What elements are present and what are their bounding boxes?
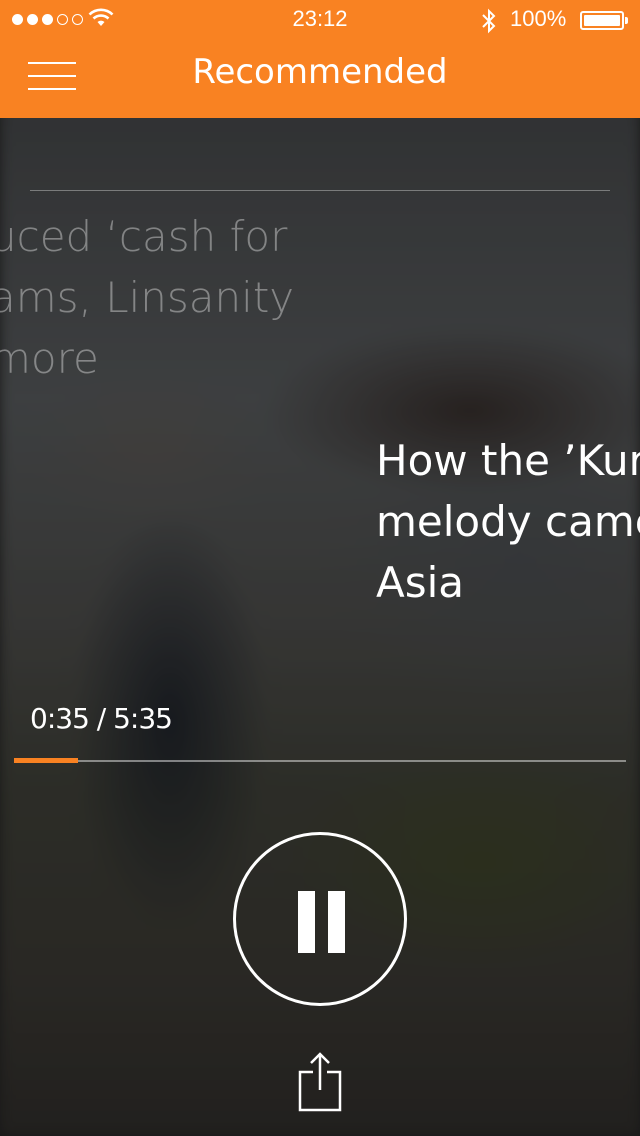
pause-icon [298, 891, 315, 953]
top-header: 23:12 100% Recommended [0, 0, 640, 118]
bluetooth-icon [480, 8, 498, 38]
current-story-line: How the ’Kur [376, 436, 640, 485]
previous-story-title[interactable]: uced ‘cash for ams, Linsanity more [0, 206, 320, 389]
playback-time: 0:35 / 5:35 [30, 702, 173, 735]
battery-percent: 100% [510, 6, 567, 31]
current-story-title[interactable]: How the ’Kur melody came Asia [376, 430, 640, 613]
previous-story-line: uced ‘cash for [0, 212, 288, 261]
battery-icon [580, 11, 628, 30]
divider [30, 190, 610, 191]
progress-bar[interactable] [14, 758, 626, 763]
pause-icon [328, 891, 345, 953]
share-icon[interactable] [296, 1050, 344, 1114]
previous-story-line: more [0, 334, 99, 383]
status-bar: 23:12 100% [0, 0, 640, 40]
previous-story-line: ams, Linsanity [0, 273, 295, 322]
progress-fill [14, 758, 78, 763]
page-title: Recommended [192, 52, 448, 92]
current-story-line: melody came [376, 497, 640, 546]
pause-button[interactable] [233, 832, 407, 1006]
current-story-line: Asia [376, 558, 465, 607]
